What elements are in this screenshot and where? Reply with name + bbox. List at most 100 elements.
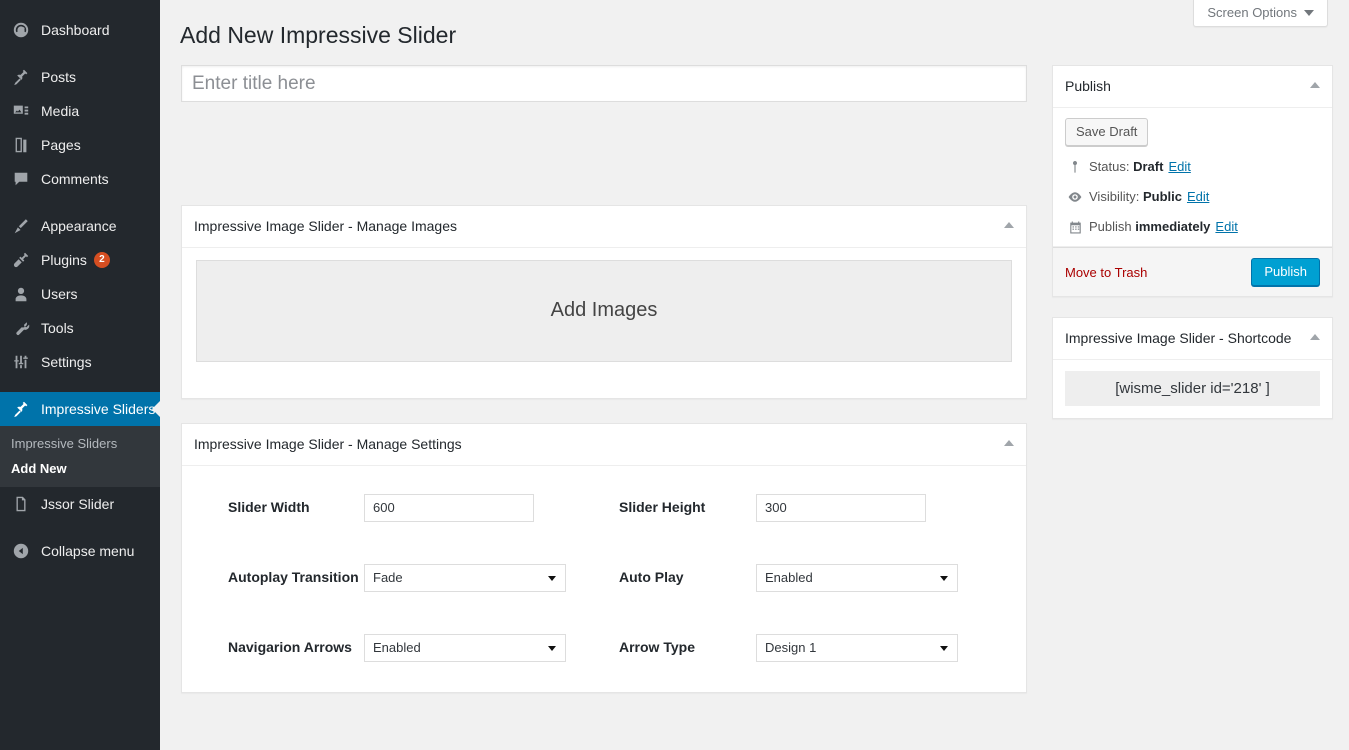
shortcode-header[interactable]: Impressive Image Slider - Shortcode (1053, 318, 1332, 361)
settings-row: Navigarion Arrows Enabled Arrow Type Des… (194, 633, 1014, 662)
sidebar-item-settings[interactable]: Settings (0, 345, 160, 379)
setting-label: Auto Play (619, 569, 684, 586)
auto-play-select[interactable]: Enabled (756, 563, 958, 592)
setting-slider-width: Slider Width (194, 493, 619, 522)
chevron-down-icon (548, 575, 556, 581)
publish-heading: Publish (1065, 78, 1111, 94)
collapse-icon (11, 541, 31, 561)
sidebar-item-label: Plugins (41, 252, 87, 268)
sidebar-item-label: Impressive Sliders (41, 401, 156, 417)
settings-row: Slider Width Slider Height (194, 493, 1014, 522)
arrow-type-value: Design 1 (765, 640, 817, 656)
menu-spacer-1 (0, 47, 160, 60)
sidebar-item-tools[interactable]: Tools (0, 311, 160, 345)
major-publishing-actions: Move to Trash Publish (1053, 247, 1332, 297)
screen-options-label: Screen Options (1207, 5, 1297, 20)
slider-width-input[interactable] (364, 493, 534, 522)
move-to-trash-link[interactable]: Move to Trash (1065, 265, 1147, 280)
visibility-edit-link[interactable]: Edit (1187, 188, 1209, 206)
setting-label: Slider Height (619, 499, 706, 516)
user-icon (11, 284, 31, 304)
pages-icon (11, 135, 31, 155)
auto-play-value: Enabled (765, 570, 813, 586)
sidebar-item-collapse-menu[interactable]: Collapse menu (0, 534, 160, 568)
status-edit-link[interactable]: Edit (1168, 158, 1190, 176)
schedule-prefix: Publish (1089, 219, 1132, 235)
sliders-icon (11, 352, 31, 372)
chevron-up-icon[interactable] (1004, 440, 1014, 446)
arrow-type-select[interactable]: Design 1 (756, 633, 958, 662)
sidebar-item-label: Jssor Slider (41, 496, 115, 512)
submenu-item-add-new[interactable]: Add New (0, 456, 160, 481)
publish-button[interactable]: Publish (1251, 258, 1320, 287)
schedule-value: immediately (1135, 219, 1211, 235)
sidebar-item-label: Tools (41, 320, 74, 336)
sidebar-item-plugins[interactable]: Plugins 2 (0, 243, 160, 277)
sidebar-item-label: Media (41, 103, 80, 119)
manage-images-body: Add Images (182, 248, 1026, 398)
save-draft-button[interactable]: Save Draft (1065, 117, 1149, 146)
admin-sidebar: Dashboard Posts Media Pages Comments App… (0, 0, 160, 750)
navigation-arrows-value: Enabled (373, 640, 421, 656)
chevron-up-icon[interactable] (1310, 82, 1320, 88)
schedule-edit-link[interactable]: Edit (1215, 218, 1237, 236)
document-icon (11, 494, 31, 514)
minor-publishing-actions: Save Draft Status: Draft Edit Visibility… (1053, 108, 1332, 248)
page-title: Add New Impressive Slider (180, 22, 457, 48)
setting-arrow-type: Arrow Type Design 1 (619, 633, 959, 662)
shortcode-value[interactable]: [wisme_slider id='218' ] (1065, 371, 1320, 407)
pin-icon (11, 67, 31, 87)
sidebar-item-label: Collapse menu (41, 543, 135, 559)
submenu-item-impressive-sliders[interactable]: Impressive Sliders (0, 431, 160, 456)
sidebar-item-label: Dashboard (41, 22, 110, 38)
menu-spacer-4 (0, 521, 160, 534)
sidebar-item-users[interactable]: Users (0, 277, 160, 311)
setting-autoplay-transition: Autoplay Transition Fade (194, 563, 619, 592)
wrench-icon (11, 318, 31, 338)
sidebar-item-impressive-sliders[interactable]: Impressive Sliders (0, 392, 160, 426)
sidebar-item-comments[interactable]: Comments (0, 162, 160, 196)
setting-auto-play: Auto Play Enabled (619, 563, 959, 592)
sidebar-item-pages[interactable]: Pages (0, 128, 160, 162)
chevron-up-icon[interactable] (1004, 222, 1014, 228)
setting-slider-height: Slider Height (619, 493, 959, 522)
sidebar-item-label: Users (41, 286, 78, 302)
menu-spacer-3 (0, 379, 160, 392)
publish-header[interactable]: Publish (1053, 66, 1332, 108)
autoplay-transition-value: Fade (373, 570, 403, 586)
shortcode-body: [wisme_slider id='218' ] (1053, 360, 1332, 418)
autoplay-transition-select[interactable]: Fade (364, 563, 566, 592)
shortcode-panel: Impressive Image Slider - Shortcode [wis… (1052, 317, 1333, 420)
impressive-sliders-submenu: Impressive Sliders Add New (0, 426, 160, 487)
pin-icon (11, 399, 31, 419)
manage-settings-panel: Impressive Image Slider - Manage Setting… (181, 423, 1027, 693)
title-input[interactable] (181, 65, 1027, 102)
schedule-row: Publish immediately Edit (1065, 218, 1322, 236)
sidebar-item-jssor-slider[interactable]: Jssor Slider (0, 487, 160, 521)
post-status-icon (1065, 160, 1085, 174)
sidebar-item-label: Comments (41, 171, 109, 187)
screen-options-button[interactable]: Screen Options (1193, 0, 1328, 27)
sidebar-item-label: Pages (41, 137, 81, 153)
chevron-up-icon[interactable] (1310, 334, 1320, 341)
setting-label: Arrow Type (619, 639, 695, 656)
visibility-value: Public (1142, 189, 1182, 205)
slider-height-input[interactable] (756, 493, 926, 522)
sidebar-item-appearance[interactable]: Appearance (0, 209, 160, 243)
sidebar-item-label: Settings (41, 354, 92, 370)
sidebar-item-label: Posts (41, 69, 77, 85)
manage-settings-heading: Impressive Image Slider - Manage Setting… (194, 436, 462, 452)
menu-spacer-top (0, 0, 160, 13)
manage-images-header[interactable]: Impressive Image Slider - Manage Images (182, 206, 1026, 248)
chevron-down-icon (940, 645, 948, 651)
media-icon (11, 101, 31, 121)
sidebar-item-media[interactable]: Media (0, 94, 160, 128)
add-images-label: Add Images (550, 299, 658, 322)
add-images-dropzone[interactable]: Add Images (196, 259, 1012, 362)
sidebar-item-dashboard[interactable]: Dashboard (0, 13, 160, 47)
settings-row: Autoplay Transition Fade Auto Play Enabl… (194, 563, 1014, 592)
navigation-arrows-select[interactable]: Enabled (364, 633, 566, 662)
manage-settings-header[interactable]: Impressive Image Slider - Manage Setting… (182, 424, 1026, 466)
comments-icon (11, 169, 31, 189)
sidebar-item-posts[interactable]: Posts (0, 60, 160, 94)
